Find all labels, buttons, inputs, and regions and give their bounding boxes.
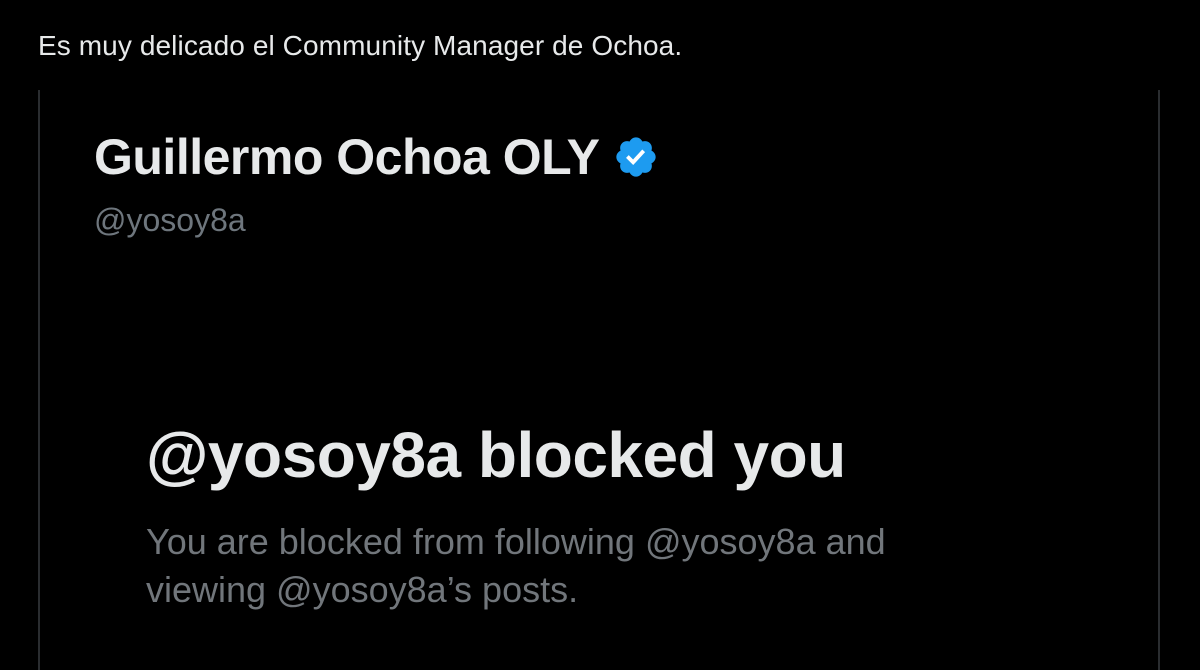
blocked-title: @yosoy8a blocked you	[146, 419, 846, 491]
page: Es muy delicado el Community Manager de …	[0, 0, 1200, 670]
embedded-screenshot-card[interactable]: Guillermo Ochoa OLY @yosoy8a @yosoy8a bl…	[38, 90, 1160, 670]
blocked-description: You are blocked from following @yosoy8a …	[146, 518, 1046, 614]
blocked-description-line-1: You are blocked from following @yosoy8a …	[146, 521, 886, 562]
profile-name-row: Guillermo Ochoa OLY	[94, 128, 659, 186]
profile-handle[interactable]: @yosoy8a	[94, 202, 246, 239]
blocked-description-line-2: viewing @yosoy8a’s posts.	[146, 569, 579, 610]
verified-badge-icon	[613, 134, 659, 180]
display-name: Guillermo Ochoa OLY	[94, 129, 600, 185]
tweet-text: Es muy delicado el Community Manager de …	[38, 30, 683, 61]
